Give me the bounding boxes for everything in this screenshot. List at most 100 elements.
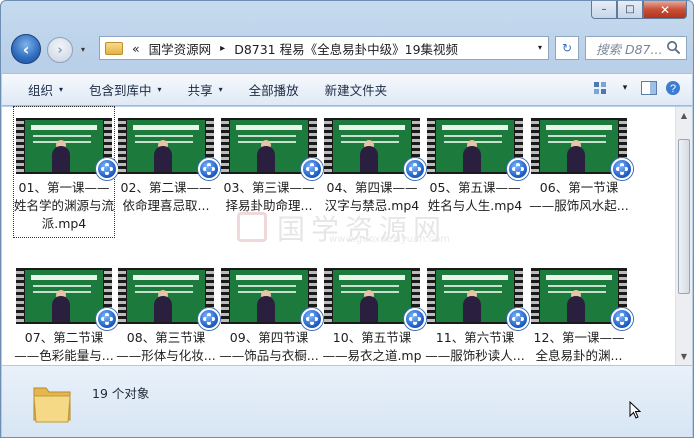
presenter-figure: [566, 296, 585, 322]
thumbnail-frame: [436, 270, 514, 322]
presenter-figure: [256, 146, 275, 172]
thumbnail-frame: [127, 270, 205, 322]
share-menu[interactable]: 共享 ▾: [175, 80, 236, 99]
video-thumbnail: [427, 268, 529, 330]
thumbnail-text-line: [237, 285, 297, 287]
file-item[interactable]: 04、第四课——汉字与禁忌.mp4: [322, 107, 426, 237]
refresh-icon: ↻: [561, 41, 573, 55]
caption-buttons: – □ ✕: [591, 1, 687, 19]
thumbnail-text-line: [32, 285, 92, 287]
breadcrumb-segment-1[interactable]: 国学资源网: [149, 39, 212, 58]
media-player-icon: [404, 308, 426, 330]
thumbnail-title-bar: [236, 125, 302, 130]
file-name: 05、第五课——姓名与人生.mp4: [427, 180, 523, 213]
explorer-window: – □ ✕ ‹ › ▾ « 国学资源网 ▸ D8731 程易《全息易卦中级》19…: [0, 0, 694, 438]
media-player-icon: [96, 158, 118, 180]
vertical-scrollbar[interactable]: ▲ ▼: [675, 107, 692, 365]
address-bar[interactable]: « 国学资源网 ▸ D8731 程易《全息易卦中级》19集视频 ▾: [99, 36, 549, 60]
file-name: 02、第二课——依命理喜忌取...: [120, 180, 212, 213]
thumbnail-frame: [540, 270, 618, 322]
include-library-menu[interactable]: 包含到库中 ▾: [76, 80, 175, 99]
file-item[interactable]: 02、第二课——依命理喜忌取...: [116, 107, 220, 237]
recent-pages-dropdown[interactable]: ▾: [81, 45, 85, 54]
play-all-button[interactable]: 全部播放: [236, 80, 312, 99]
film-perforation: [531, 268, 539, 324]
search-box[interactable]: 搜索 D87...: [585, 36, 687, 60]
file-name: 07、第二节课——色彩能量与...: [14, 330, 114, 363]
breadcrumb-separator-icon[interactable]: ▸: [220, 43, 225, 54]
thumbnail-title-bar: [133, 275, 199, 280]
file-item[interactable]: 01、第一课——姓名学的渊源与流派.mp4: [13, 106, 118, 238]
details-pane: 19 个对象: [2, 365, 692, 437]
thumbnail-title-bar: [339, 275, 405, 280]
file-name: 08、第三节课——形体与化妆...: [116, 330, 216, 363]
file-item[interactable]: 06、第一节课——服饰风水起...: [529, 107, 633, 237]
help-icon: ?: [666, 81, 680, 95]
file-name: 11、第六节课——服饰秒读人...: [425, 330, 525, 363]
search-placeholder: 搜索 D87...: [596, 41, 663, 57]
thumbnail-text-line: [134, 135, 194, 137]
presenter-figure: [566, 146, 585, 172]
file-list[interactable]: 国学资源网 www.guoxueziyuan.com 01、第一课——姓名学的渊…: [2, 106, 692, 381]
file-name: 06、第一节课——服饰风水起...: [529, 180, 629, 213]
scroll-down-icon[interactable]: ▼: [676, 348, 692, 365]
thumbnail-text-line: [443, 285, 503, 287]
new-folder-button[interactable]: 新建文件夹: [312, 80, 401, 99]
help-button[interactable]: ?: [664, 79, 682, 97]
item-count: 19 个对象: [92, 386, 150, 401]
address-dropdown-icon[interactable]: ▾: [538, 43, 542, 52]
file-name: 04、第四课——汉字与禁忌.mp4: [324, 180, 420, 213]
breadcrumb-prefix[interactable]: «: [132, 41, 140, 56]
thumbnail-text-line: [547, 135, 607, 137]
media-player-icon: [96, 308, 118, 330]
thumbnail-text-line: [237, 135, 297, 137]
video-thumbnail: [427, 118, 529, 180]
thumbnail-text-line: [32, 135, 92, 137]
thumbnail-title-bar: [31, 125, 97, 130]
video-thumbnail: [221, 118, 323, 180]
svg-text:?: ?: [670, 83, 676, 95]
file-name: 09、第四节课——饰品与衣橱...: [219, 330, 319, 363]
thumbnail-frame: [333, 120, 411, 172]
scroll-up-icon[interactable]: ▲: [676, 107, 692, 124]
file-item[interactable]: 03、第三课——择易卦助命理...: [219, 107, 323, 237]
film-perforation: [118, 118, 126, 174]
thumbnail-title-bar: [546, 275, 612, 280]
thumbnail-text-line: [340, 285, 400, 287]
film-perforation: [118, 268, 126, 324]
refresh-button[interactable]: ↻: [555, 36, 579, 60]
film-perforation: [427, 118, 435, 174]
film-perforation: [16, 118, 24, 174]
file-item[interactable]: 05、第五课——姓名与人生.mp4: [425, 107, 529, 237]
scrollbar-thumb[interactable]: [678, 139, 690, 294]
share-arrow-icon: ▾: [218, 85, 223, 94]
film-perforation: [427, 268, 435, 324]
video-thumbnail: [531, 268, 633, 330]
maximize-button[interactable]: □: [617, 1, 643, 19]
thumbnail-title-bar: [546, 125, 612, 130]
forward-arrow-icon: ›: [57, 42, 63, 58]
media-player-icon: [198, 308, 220, 330]
share-label: 共享: [187, 83, 213, 98]
media-player-icon: [301, 158, 323, 180]
file-name: 01、第一课——姓名学的渊源与流派.mp4: [14, 180, 115, 231]
video-thumbnail: [221, 268, 323, 330]
media-player-icon: [404, 158, 426, 180]
change-view-button[interactable]: [592, 79, 610, 97]
back-button[interactable]: ‹: [11, 34, 41, 64]
video-thumbnail: [118, 118, 220, 180]
forward-button[interactable]: ›: [47, 37, 73, 63]
media-player-icon: [198, 158, 220, 180]
close-button[interactable]: ✕: [643, 1, 687, 19]
thumbnail-frame: [127, 120, 205, 172]
video-thumbnail: [324, 268, 426, 330]
thumbnail-title-bar: [442, 275, 508, 280]
video-thumbnail: [324, 118, 426, 180]
preview-pane-button[interactable]: [640, 79, 658, 97]
thumbnail-title-bar: [236, 275, 302, 280]
minimize-button[interactable]: –: [591, 1, 617, 19]
breadcrumb-segment-2[interactable]: D8731 程易《全息易卦中级》19集视频: [234, 39, 458, 58]
organize-menu[interactable]: 组织 ▾: [2, 80, 76, 99]
view-options-arrow-icon[interactable]: ▾: [616, 79, 634, 97]
mouse-pointer-icon: [629, 401, 641, 419]
